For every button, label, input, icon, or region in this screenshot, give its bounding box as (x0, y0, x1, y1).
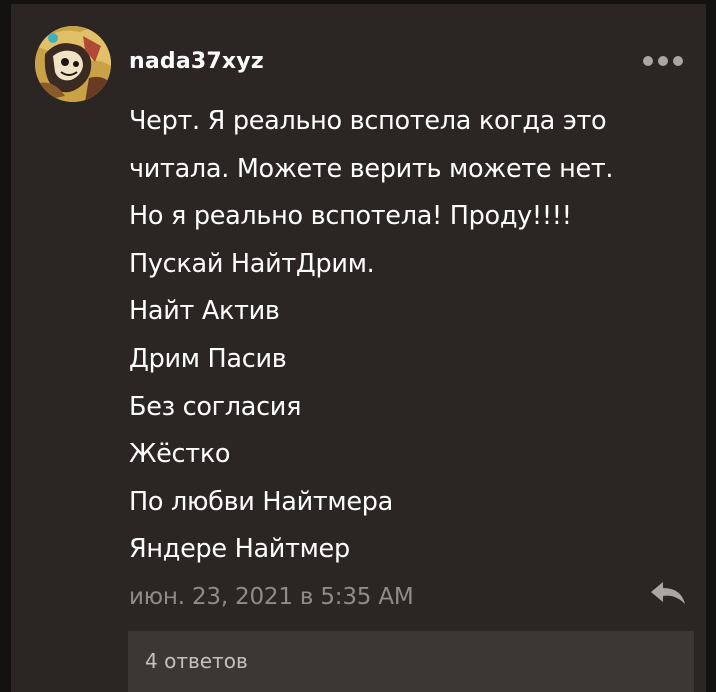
comment-line: Жёстко (129, 439, 231, 470)
more-dot (658, 56, 668, 66)
more-dot (673, 56, 683, 66)
user-avatar-icon[interactable] (35, 26, 111, 102)
comment-line: Яндере Найтмер (129, 534, 350, 565)
more-dot (643, 56, 653, 66)
comment-line: Без согласия (129, 391, 302, 422)
more-options-icon[interactable] (643, 54, 689, 68)
comment-line: читала. Можете верить можете нет. (129, 153, 614, 184)
username[interactable]: nada37xyz (129, 49, 264, 75)
comment-line: По любви Найтмера (129, 486, 393, 517)
comment-line: Пускай НайтДрим. (129, 248, 375, 279)
comment-line: Но я реально вспотела! Проду!!!! (129, 201, 572, 232)
comment-line: Дрим Пасив (129, 343, 287, 374)
comment-timestamp: июн. 23, 2021 в 5:35 AM (129, 584, 414, 610)
reply-arrow-icon[interactable] (647, 578, 687, 610)
comment-text: Черт. Я реально вспотела когда это читал… (129, 98, 689, 574)
comment-line: Черт. Я реально вспотела когда это (129, 106, 607, 136)
comment-line: Найт Актив (129, 296, 280, 327)
view-replies-button[interactable]: 4 ответов (128, 631, 694, 692)
replies-count-label: 4 ответов (145, 649, 248, 673)
comment-card: nada37xyz Черт. Я реально вспотела когда… (11, 4, 706, 692)
